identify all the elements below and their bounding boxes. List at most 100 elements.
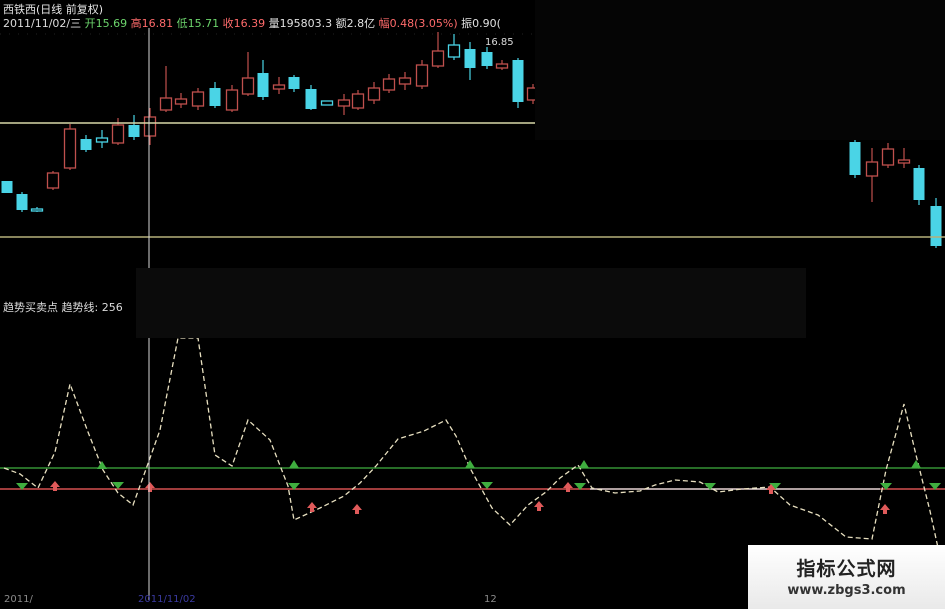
candle-body xyxy=(382,78,396,91)
candle-body xyxy=(849,142,861,175)
up-arrow-icon xyxy=(563,482,573,492)
close-value: 16.39 xyxy=(233,17,266,30)
site-watermark: 指标公式网 www.zbgs3.com xyxy=(748,545,945,609)
watermark-title: 指标公式网 xyxy=(796,558,897,580)
buy-arrow-icon xyxy=(465,460,475,468)
volume-label: 量 xyxy=(268,17,280,30)
trend-value: 256 xyxy=(101,301,123,314)
candle-body xyxy=(337,99,351,107)
candle-body xyxy=(143,116,157,137)
indicator-name: 趋势买卖点 xyxy=(3,301,58,314)
candle xyxy=(398,72,412,90)
up-arrow-icon xyxy=(352,504,362,514)
candle xyxy=(913,165,925,205)
candle xyxy=(865,148,879,202)
buy-arrow-icon xyxy=(289,460,299,468)
candle-body xyxy=(111,124,125,144)
candle xyxy=(512,58,524,108)
candle xyxy=(849,140,861,178)
candle-body xyxy=(288,77,300,89)
candle-body xyxy=(80,139,92,150)
candle-body xyxy=(30,208,44,212)
candle xyxy=(209,82,221,108)
watermark-url: www.zbgs3.com xyxy=(787,583,906,598)
trend-line xyxy=(3,337,945,581)
candle-body xyxy=(191,91,205,107)
date-axis-cursor: 2011/11/02 xyxy=(138,594,196,605)
candle xyxy=(1,181,13,193)
candle xyxy=(881,143,895,168)
candle-body xyxy=(174,98,188,105)
candle-body xyxy=(415,64,429,87)
candle-body xyxy=(512,60,524,102)
candle xyxy=(174,93,188,108)
candle-body xyxy=(351,93,365,109)
candle-body xyxy=(398,77,412,85)
candle xyxy=(305,85,317,110)
high-label: 高 xyxy=(130,17,142,30)
amplitude-label: 振 xyxy=(461,17,473,30)
candle xyxy=(382,74,396,93)
candle-body xyxy=(241,77,255,95)
candle xyxy=(30,207,44,212)
volume-value: 195803.3 xyxy=(279,17,333,30)
candle-body xyxy=(320,100,334,106)
candle-body xyxy=(481,52,493,66)
candle-body xyxy=(305,89,317,109)
candle-body xyxy=(367,87,381,101)
candle-body xyxy=(431,50,445,67)
candle-body xyxy=(495,63,509,69)
candle xyxy=(930,198,942,248)
buy-arrow-icon xyxy=(97,461,107,469)
buy-arrow-icon xyxy=(911,460,921,468)
up-arrow-icon xyxy=(145,482,155,492)
candle xyxy=(46,171,60,190)
close-label: 收 xyxy=(222,17,234,30)
candle-body xyxy=(16,194,28,210)
candle xyxy=(191,88,205,110)
candle xyxy=(495,60,509,70)
sell-arrow-icon xyxy=(481,482,493,489)
candle xyxy=(63,124,77,170)
open-label: 开 xyxy=(84,17,96,30)
candle xyxy=(111,118,125,145)
indicator-title: 趋势买卖点 趋势线: 256 xyxy=(3,301,123,315)
high-value: 16.81 xyxy=(141,17,174,30)
up-arrow-icon xyxy=(880,504,890,514)
redaction-block-top-right xyxy=(535,0,945,140)
candle xyxy=(337,94,351,115)
amplitude-value: 0.90( xyxy=(472,17,501,30)
candle-body xyxy=(63,128,77,169)
low-label: 低 xyxy=(176,17,188,30)
candle-body xyxy=(447,44,461,58)
candle-body xyxy=(913,168,925,200)
candle-body xyxy=(930,206,942,246)
amount-label: 额 xyxy=(335,17,347,30)
candle-body xyxy=(128,125,140,137)
candle xyxy=(128,115,140,140)
candle xyxy=(143,108,157,145)
candle xyxy=(159,66,173,112)
date-axis-right: 12 xyxy=(484,594,497,605)
up-arrow-icon xyxy=(534,501,544,511)
candle xyxy=(447,34,461,60)
candle-body xyxy=(865,161,879,177)
candle xyxy=(431,32,445,68)
candle-body xyxy=(209,88,221,106)
chart-title: 西铁西(日线 前复权) xyxy=(3,3,104,16)
candle-body xyxy=(46,172,60,189)
candle xyxy=(80,135,92,152)
candle xyxy=(288,75,300,92)
candle xyxy=(257,60,269,100)
candle xyxy=(415,60,429,89)
candle xyxy=(367,82,381,104)
candle xyxy=(272,77,286,94)
candle-body xyxy=(464,49,476,68)
candle-body xyxy=(95,137,109,143)
date-axis-left: 2011/ xyxy=(4,594,33,605)
date-value: 2011/11/02/三 xyxy=(3,17,82,30)
candle xyxy=(95,130,109,148)
candle-body xyxy=(225,89,239,111)
candle-body xyxy=(881,148,895,166)
buy-arrow-icon xyxy=(579,460,589,468)
